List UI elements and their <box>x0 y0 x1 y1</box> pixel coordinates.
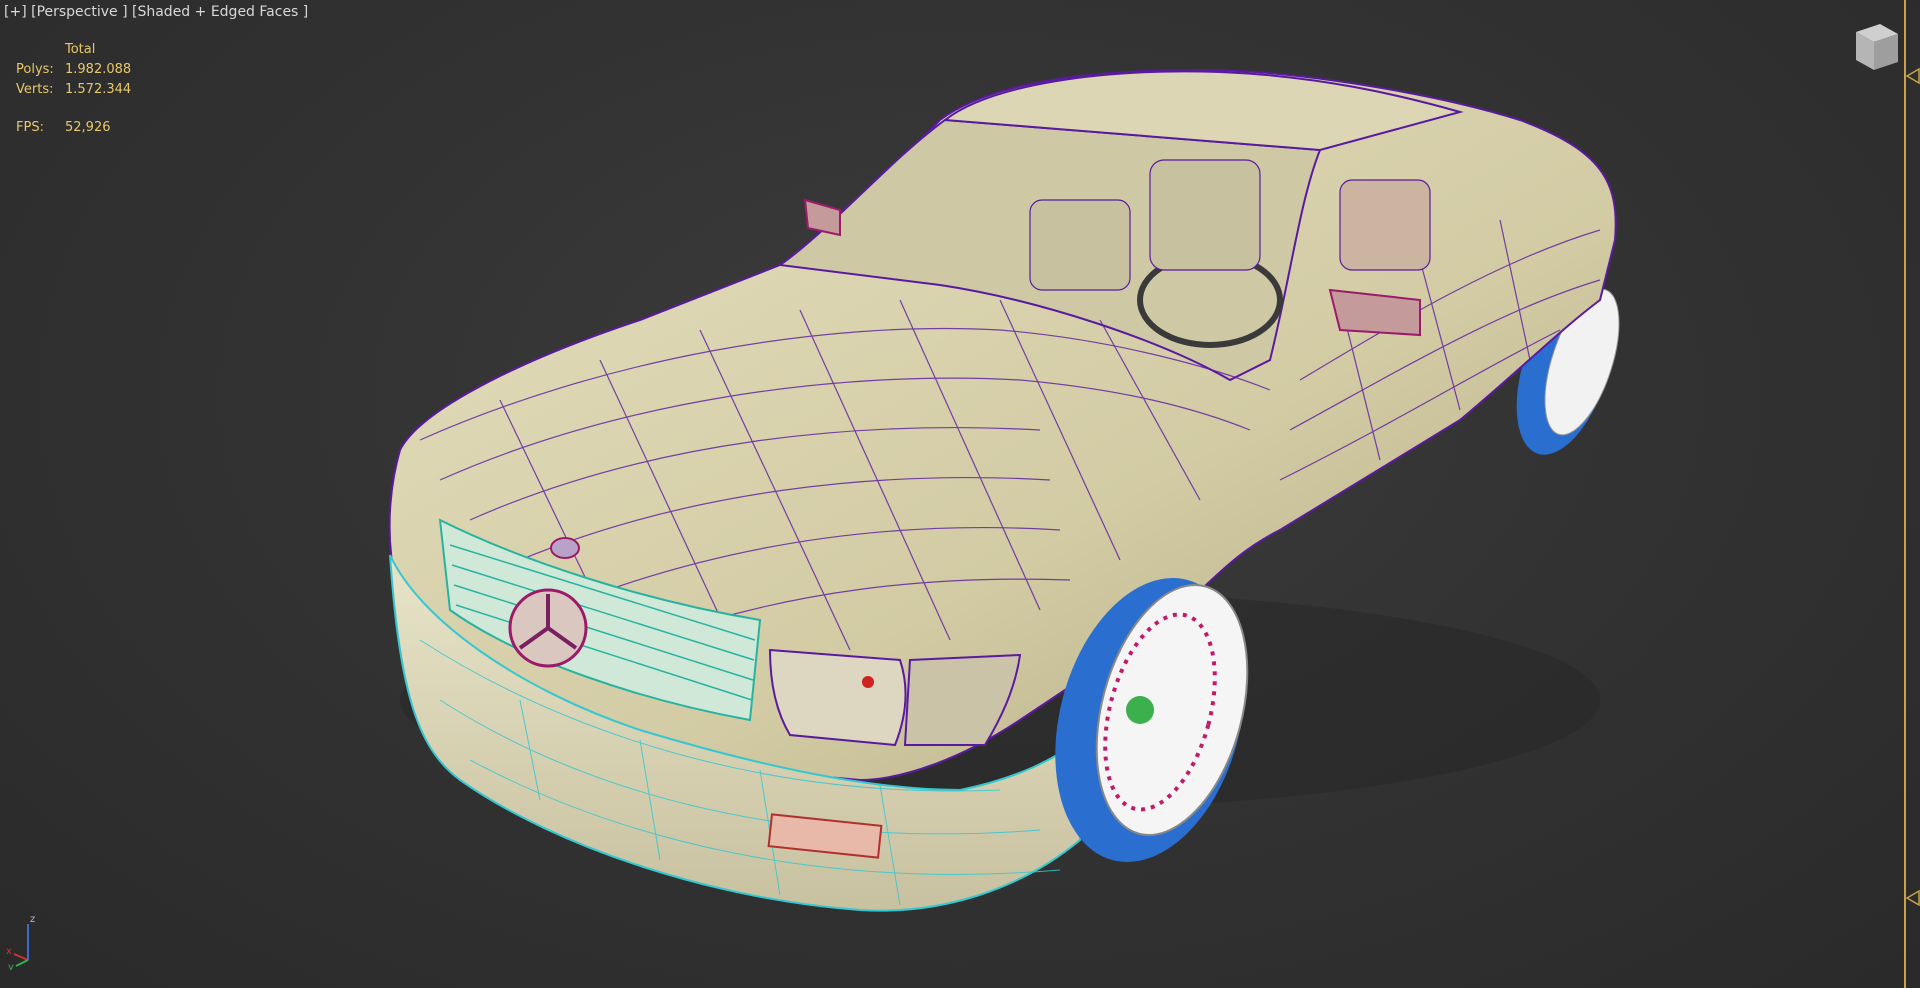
axis-y-label: y <box>8 962 14 970</box>
left-mirror <box>803 198 841 237</box>
axis-gizmo-icon: z x y <box>6 914 35 970</box>
timeline-marker-icon[interactable] <box>1906 68 1920 84</box>
timeline-track[interactable] <box>1904 0 1906 988</box>
headlight <box>768 648 907 747</box>
axis-z-label: z <box>30 914 35 925</box>
car-model-viewport[interactable] <box>0 0 1920 988</box>
headlight-bulb <box>862 676 874 688</box>
viewcube-icon[interactable] <box>1848 20 1902 74</box>
hood-emblem <box>550 537 580 559</box>
timeline-marker-icon[interactable] <box>1906 890 1920 906</box>
emblem-star <box>508 588 588 668</box>
axis-x-label: x <box>6 946 12 957</box>
